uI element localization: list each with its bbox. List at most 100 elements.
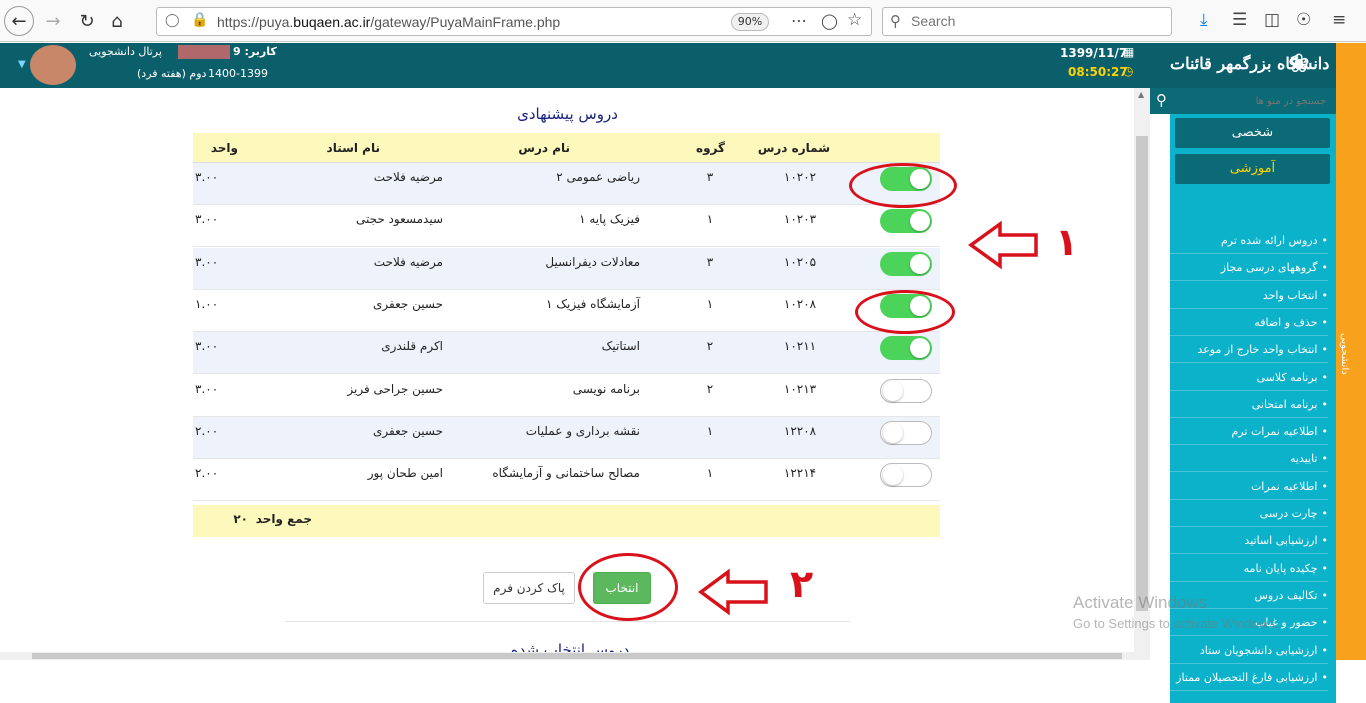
sidebar-item[interactable]: انتخاب واحد: [1168, 283, 1328, 309]
sidebar: دانشگاه بزرگمهر قائنات ❀ ⚲ شخصی آموزشی د…: [1150, 43, 1336, 703]
search-input[interactable]: [911, 13, 1161, 29]
course-select-toggle[interactable]: [880, 463, 932, 488]
toggle-knob: [883, 465, 903, 486]
horizontal-scroll-thumb[interactable]: [32, 653, 1122, 659]
download-icon[interactable]: ⤓: [1200, 10, 1208, 30]
clear-form-button[interactable]: پاک کردن فرم: [483, 572, 575, 604]
student-side-tab[interactable]: دانشجویی: [1336, 43, 1366, 660]
course-units: ۱.۰۰: [195, 296, 219, 311]
sidebar-item[interactable]: حذف و اضافه: [1168, 310, 1328, 336]
course-code: ۱۰۲۰۳: [783, 212, 817, 227]
sidebar-toggle-icon[interactable]: ◫: [1264, 10, 1280, 30]
course-units: ۳.۰۰: [195, 170, 219, 184]
sidebar-item[interactable]: تاییدیه: [1168, 446, 1328, 473]
sidebar-item[interactable]: دروس ارائه شده ترم: [1168, 228, 1328, 254]
annotation-circle: [849, 163, 957, 208]
browser-toolbar: ← → ↻ ⌂ ◯ 🔒 https://puya.buqaen.ac.ir/ga…: [0, 0, 1366, 42]
student-side-tab-label: دانشجویی: [1339, 333, 1350, 375]
page-title: دروس پیشنهادی: [517, 105, 618, 123]
table-row: ۱۰۲۰۲ ۳ ریاضی عمومی ۲ مرضیه فلاحت ۳.۰۰: [193, 163, 940, 205]
bookmark-star-icon[interactable]: ☆: [847, 10, 862, 30]
course-code: ۱۰۲۰۵: [783, 254, 817, 269]
portal-label: پرتال دانشجویی: [89, 45, 162, 58]
divider: [285, 621, 850, 622]
course-name: آزمایشگاه فیزیک ۱: [546, 296, 640, 311]
reload-icon[interactable]: ↻: [72, 6, 102, 36]
table-row: ۱۰۲۰۳ ۱ فیزیک پایه ۱ سیدمسعود حجتی ۳.۰۰: [193, 205, 940, 248]
annotation-number: ۲: [790, 562, 814, 606]
sidebar-item[interactable]: برنامه امتحانی: [1168, 392, 1328, 418]
search-icon: ⚲: [890, 12, 901, 30]
course-group: ۱: [706, 466, 714, 481]
lotus-logo-icon: ❀: [1288, 49, 1310, 79]
arrow-left-icon: [968, 220, 1038, 270]
course-group: ۳: [706, 254, 714, 269]
tab-education[interactable]: آموزشی: [1175, 154, 1330, 184]
search-icon[interactable]: ⚲: [1156, 91, 1167, 109]
sidebar-item[interactable]: برنامه کلاسی: [1168, 365, 1328, 391]
vertical-scrollbar[interactable]: ▲: [1134, 88, 1150, 660]
course-units: ۳.۰۰: [195, 212, 219, 227]
table-row: ۱۰۲۰۸ ۱ آزمایشگاه فیزیک ۱ حسین جعفری ۱.۰۰: [193, 289, 940, 332]
horizontal-scrollbar[interactable]: [0, 652, 1134, 660]
pocket-icon[interactable]: ◯: [821, 12, 838, 30]
course-code: ۱۰۲۱۳: [783, 381, 817, 396]
portal-header: ▼ پرتال دانشجویی کاربر: 9 دوم (هفته فرد)…: [0, 43, 1150, 88]
account-icon[interactable]: ☉: [1296, 10, 1311, 30]
course-select-toggle[interactable]: [880, 209, 932, 234]
back-icon[interactable]: ←: [4, 6, 34, 36]
table-row: ۱۰۲۰۵ ۳ معادلات دیفرانسیل مرضیه فلاحت ۳.۰۰: [193, 247, 940, 290]
sidebar-item[interactable]: اطلاعیه نمرات ترم: [1168, 419, 1328, 446]
avatar[interactable]: [30, 45, 76, 85]
clock-text: 08:50:27: [1068, 65, 1128, 79]
toggle-knob: [883, 380, 903, 401]
term-text: دوم (هفته فرد): [137, 67, 207, 80]
total-label: جمع واحد: [255, 512, 312, 526]
course-teacher: اکرم قلندری: [381, 339, 443, 354]
dropdown-arrow-icon[interactable]: ▼: [18, 59, 26, 70]
course-select-toggle[interactable]: [880, 251, 932, 276]
course-teacher: حسین جعفری: [373, 423, 443, 438]
menu-search-input[interactable]: [1176, 91, 1326, 111]
course-teacher: مرضیه فلاحت: [373, 170, 443, 184]
watermark-title: Activate Windows: [1073, 593, 1208, 612]
scroll-up-icon[interactable]: ▲: [1138, 90, 1144, 99]
home-icon[interactable]: ⌂: [102, 6, 132, 36]
course-teacher: حسین جراحی فریز: [347, 381, 443, 396]
sidebar-item[interactable]: ارزشیابی فارغ التحصیلان ممتاز: [1168, 665, 1328, 691]
toggle-knob: [910, 338, 930, 359]
table-row: ۱۰۲۱۱ ۲ استاتیک اکرم قلندری ۳.۰۰: [193, 332, 940, 375]
sidebar-item[interactable]: انتخاب واحد خارج از موعد: [1168, 337, 1328, 364]
menu-search[interactable]: ⚲: [1150, 88, 1336, 114]
sidebar-item[interactable]: چارت درسی: [1168, 501, 1328, 527]
sidebar-item[interactable]: چکیده پایان نامه: [1168, 556, 1328, 582]
course-units: ۳.۰۰: [195, 381, 219, 396]
course-select-toggle[interactable]: [880, 420, 932, 445]
table-row: ۱۲۲۱۴ ۱ مصالح ساختمانی و آزمایشگاه امین طحا…: [193, 459, 940, 502]
search-bar[interactable]: ⚲: [882, 7, 1172, 36]
user-label: کاربر: 9: [233, 45, 277, 58]
course-select-toggle[interactable]: [880, 336, 932, 361]
tab-personal[interactable]: شخصی: [1175, 118, 1330, 148]
course-group: ۱: [706, 212, 714, 227]
course-select-toggle[interactable]: [880, 378, 932, 403]
course-code: ۱۲۲۰۸: [783, 423, 817, 438]
course-group: ۲: [706, 339, 714, 354]
more-icon[interactable]: ⋯: [791, 11, 807, 30]
course-code: ۱۰۲۰۸: [783, 296, 817, 311]
forward-icon[interactable]: →: [38, 6, 68, 36]
course-code: ۱۰۲۰۲: [783, 170, 817, 184]
library-icon[interactable]: ☰: [1232, 10, 1247, 30]
year-text: 1400-1399: [208, 67, 268, 80]
address-bar[interactable]: ◯ 🔒 https://puya.buqaen.ac.ir/gateway/Pu…: [156, 7, 872, 36]
course-units: ۲.۰۰: [195, 466, 219, 481]
sidebar-item[interactable]: گروههای درسی مجاز: [1168, 255, 1328, 282]
menu-icon[interactable]: ≡: [1332, 10, 1346, 30]
course-teacher: امین طحان پور: [367, 466, 443, 481]
table-row: ۱۲۲۰۸ ۱ نقشه برداری و عملیات حسین جعفری ۲.۰۰: [193, 416, 940, 459]
zoom-level[interactable]: 90%: [731, 13, 769, 31]
course-name: مصالح ساختمانی و آزمایشگاه: [492, 466, 640, 481]
vertical-scroll-thumb[interactable]: [1136, 136, 1148, 611]
sidebar-item[interactable]: اطلاعیه نمرات: [1168, 474, 1328, 500]
sidebar-item[interactable]: ارزشیابی اساتید: [1168, 528, 1328, 555]
